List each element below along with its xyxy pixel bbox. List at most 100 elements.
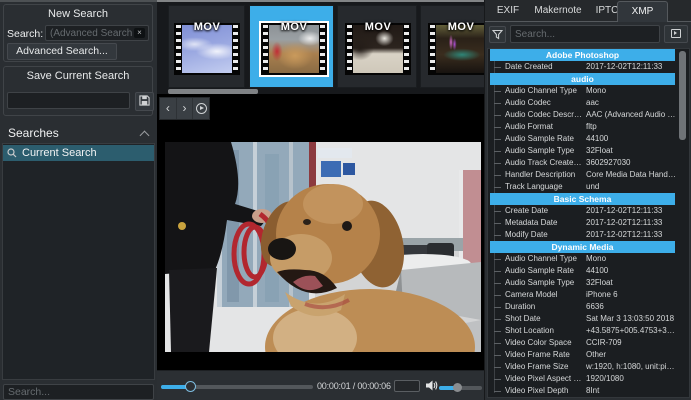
tree-branch-tick [494,151,501,152]
metadata-value: und [586,181,675,193]
tree-branch-tick [494,187,501,188]
metadata-value: 2017-12-02T12:11:33 [586,229,675,241]
searches-title: Searches [8,126,59,140]
metadata-row[interactable]: Audio Codecaac [488,97,689,109]
metadata-value: 32Float [586,277,675,289]
video-preview[interactable] [157,94,484,370]
metadata-row[interactable]: Video Pixel Depth8Int [488,385,689,397]
metadata-key: Duration [505,301,586,313]
metadata-value: Other [586,349,675,361]
metadata-scrollbar[interactable] [679,51,686,140]
video-thumbnail[interactable]: MOV [420,5,484,88]
filter-button[interactable] [489,26,506,43]
metadata-row[interactable]: Video Pixel Aspect …1920/1080 [488,373,689,385]
metadata-row[interactable]: Shot Location+43.5875+005.4753+3… [488,325,689,337]
metadata-row[interactable]: Audio Track Create…3602927030 [488,157,689,169]
metadata-row[interactable]: Audio Formatfltp [488,121,689,133]
metadata-search-input[interactable] [510,25,660,43]
tab-makernote[interactable]: Makernote [527,0,589,22]
app-window: { "colors":{"accent":"#3daee9","selectio… [0,0,691,400]
searches-item-current-search[interactable]: Current Search [3,145,154,161]
filmstrip-frame: MOV [259,21,329,77]
metadata-row[interactable]: Handler DescriptionCore Media Data Hand… [488,169,689,181]
metadata-list: Adobe PhotoshopDate Created2017-12-02T12… [487,48,690,398]
metadata-row[interactable]: Date Created2017-12-02T12:11:33 [488,61,689,73]
tree-branch-tick [494,319,501,320]
metadata-row[interactable]: Audio Codec Descr…AAC (Advanced Audio … [488,109,689,121]
metadata-row[interactable]: Create Date2017-12-02T12:11:33 [488,205,689,217]
metadata-key: Modify Date [505,229,586,241]
save-search-input[interactable] [7,92,130,109]
metadata-value: w:1920, h:1080, unit:pi… [586,361,675,373]
metadata-row[interactable]: Camera ModeliPhone 6 [488,289,689,301]
tree-branch-tick [494,283,501,284]
metadata-value: CCIR-709 [586,337,675,349]
metadata-key: Video Color Space [505,337,586,349]
metadata-key: Video Frame Size [505,361,586,373]
volume-slider[interactable] [439,386,482,390]
metadata-row[interactable]: Audio Sample Type32Float [488,277,689,289]
metadata-key: Audio Sample Type [505,145,586,157]
video-thumbnail[interactable]: MOV [168,5,245,88]
speed-spinbox[interactable] [394,380,420,392]
slideshow-button[interactable] [193,98,209,119]
metadata-row[interactable]: Track Languageund [488,181,689,193]
advanced-search-button[interactable]: Advanced Search... [7,43,117,60]
video-thumbnail[interactable]: MOV [337,5,417,88]
metadata-panel: EXIF Makernote IPTC XMP Adobe PhotoshopD… [484,0,691,400]
metadata-section-header[interactable]: audio [490,73,675,85]
clear-search-icon[interactable]: × [134,28,145,38]
metadata-row[interactable]: Shot DateSat Mar 3 13:03:50 2018 [488,313,689,325]
next-button[interactable]: › [177,98,194,119]
metadata-key: Audio Sample Type [505,277,586,289]
metadata-section-header[interactable]: Basic Schema [490,193,675,205]
metadata-value: Sat Mar 3 13:03:50 2018 [586,313,675,325]
metadata-tabbar: EXIF Makernote IPTC XMP [485,0,691,22]
metadata-row[interactable]: Modify Date2017-12-02T12:11:33 [488,229,689,241]
metadata-section-header[interactable]: Dynamic Media [490,241,675,253]
metadata-row[interactable]: Video Frame RateOther [488,349,689,361]
seek-slider[interactable] [161,385,313,389]
volume-handle[interactable] [453,383,462,392]
preview-toolbar: ‹ › [159,97,210,120]
speaker-icon[interactable] [425,379,438,392]
metadata-tools-button[interactable] [664,25,688,43]
format-badge: MOV [174,21,240,33]
tree-branch-tick [494,91,501,92]
magnifier-icon [7,148,17,158]
video-thumbnail[interactable]: MOV [249,5,334,88]
metadata-key: Audio Format [505,121,586,133]
tree-branch-tick [494,175,501,176]
metadata-value: iPhone 6 [586,289,675,301]
metadata-key: Audio Track Create… [505,157,586,169]
tab-exif[interactable]: EXIF [491,0,525,22]
metadata-value: 2017-12-02T12:11:33 [586,61,675,73]
searches-header[interactable]: Searches [0,126,157,142]
play-circle-icon [196,103,207,114]
previous-button[interactable]: ‹ [160,98,177,119]
metadata-key: Video Pixel Depth [505,385,586,397]
tree-branch-tick [494,223,501,224]
metadata-value: fltp [586,121,675,133]
metadata-row[interactable]: Audio Channel TypeMono [488,253,689,265]
tree-branch-tick [494,391,501,392]
metadata-row[interactable]: Duration6636 [488,301,689,313]
save-search-button[interactable] [135,92,154,111]
metadata-row[interactable]: Video Color SpaceCCIR-709 [488,337,689,349]
left-sidebar: New Search Search: × Advanced Search... … [0,0,157,400]
metadata-row[interactable]: Audio Sample Rate44100 [488,133,689,145]
tab-xmp[interactable]: XMP [617,1,668,22]
metadata-row[interactable]: Audio Channel TypeMono [488,85,689,97]
searches-filter-input[interactable] [3,384,154,400]
metadata-row[interactable]: Metadata Date2017-12-02T12:11:33 [488,217,689,229]
filmstrip-frame: MOV [428,23,484,75]
metadata-row[interactable]: Audio Sample Rate44100 [488,265,689,277]
metadata-row[interactable]: Video Frame Sizew:1920, h:1080, unit:pi… [488,361,689,373]
metadata-section-header[interactable]: Adobe Photoshop [490,49,675,61]
metadata-key: Audio Sample Rate [505,133,586,145]
thumbnail-strip: MOVMOVMOVMOV [157,0,484,94]
metadata-value: 44100 [586,133,675,145]
seek-handle[interactable] [185,381,196,392]
metadata-row[interactable]: Audio Sample Type32Float [488,145,689,157]
search-item-label: Current Search [22,147,97,159]
